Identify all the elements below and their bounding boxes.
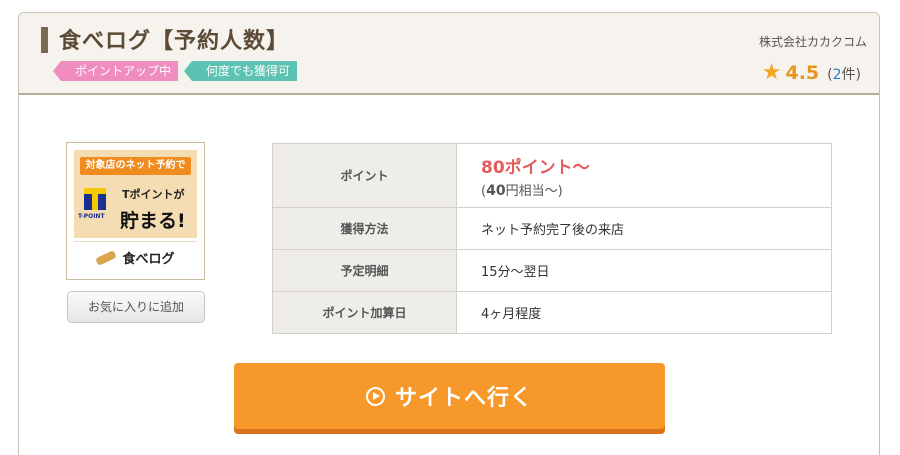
row-label-method: 獲得方法 [272, 207, 457, 250]
star-icon: ★ [761, 60, 782, 85]
logo-banner-text: 対象店のネット予約で [80, 157, 191, 175]
page-title: 食べログ【予約人数】 [59, 29, 290, 54]
company-name: 株式会社カカクコム [758, 35, 867, 49]
review-count[interactable]: (2件) [827, 64, 861, 84]
tpoint-line1: Tポイントが [122, 188, 185, 201]
title-accent-bar [41, 27, 48, 53]
tag-repeatable: 何度でも獲得可 [184, 61, 298, 81]
tag-list: ポイントアップ中 何度でも獲得可 [52, 61, 298, 81]
row-value-schedule: 15分〜翌日 [456, 249, 832, 292]
tpoint-label: T-POINT [78, 213, 105, 220]
table-row: 獲得方法 ネット予約完了後の来店 [272, 207, 832, 250]
service-logo[interactable]: 対象店のネット予約で T-POINT Tポイントが 貯まる! 食べログ [66, 142, 205, 280]
tpoint-banner: 対象店のネット予約で T-POINT Tポイントが 貯まる! [74, 150, 197, 238]
rating: ★ 4.5 (2件) [761, 60, 861, 85]
table-row: ポイント 80ポイント〜 (40円相当〜) [272, 143, 832, 208]
row-value-point: 80ポイント〜 (40円相当〜) [456, 143, 832, 208]
go-to-site-button[interactable]: サイトへ行く [234, 363, 665, 429]
point-yen-equivalent: (40円相当〜) [481, 180, 831, 199]
rating-score: 4.5 [785, 62, 820, 84]
card-header: 食べログ【予約人数】 ポイントアップ中 何度でも獲得可 株式会社カカクコム ★ … [19, 13, 879, 95]
point-yen-rest: 円相当〜) [505, 183, 563, 199]
info-table: ポイント 80ポイント〜 (40円相当〜) 獲得方法 ネット予約完了後の来店 予… [272, 143, 832, 334]
row-label-credit-date: ポイント加算日 [272, 291, 457, 334]
tpoint-logo-icon [84, 188, 106, 210]
review-count-number: 2 [832, 67, 842, 83]
tpoint-line2: 貯まる! [120, 210, 186, 232]
add-favorite-button[interactable]: お気に入りに追加 [67, 291, 205, 323]
go-to-site-label: サイトへ行く [394, 386, 533, 411]
review-count-close: 件) [841, 67, 861, 83]
tabelog-logo-icon [95, 249, 118, 266]
row-label-point: ポイント [272, 143, 457, 208]
tabelog-brand-text: 食べログ [122, 252, 175, 267]
row-value-method: ネット予約完了後の来店 [456, 207, 832, 250]
tag-point-up: ポイントアップ中 [52, 61, 179, 81]
row-label-schedule: 予定明細 [272, 249, 457, 292]
point-yen-number: 40 [486, 182, 506, 199]
row-value-credit-date: 4ヶ月程度 [456, 291, 832, 334]
play-circle-icon [365, 386, 385, 406]
point-amount: 80ポイント〜 [481, 157, 590, 178]
table-row: ポイント加算日 4ヶ月程度 [272, 291, 832, 334]
table-row: 予定明細 15分〜翌日 [272, 249, 832, 292]
tabelog-brand: 食べログ [74, 241, 197, 273]
